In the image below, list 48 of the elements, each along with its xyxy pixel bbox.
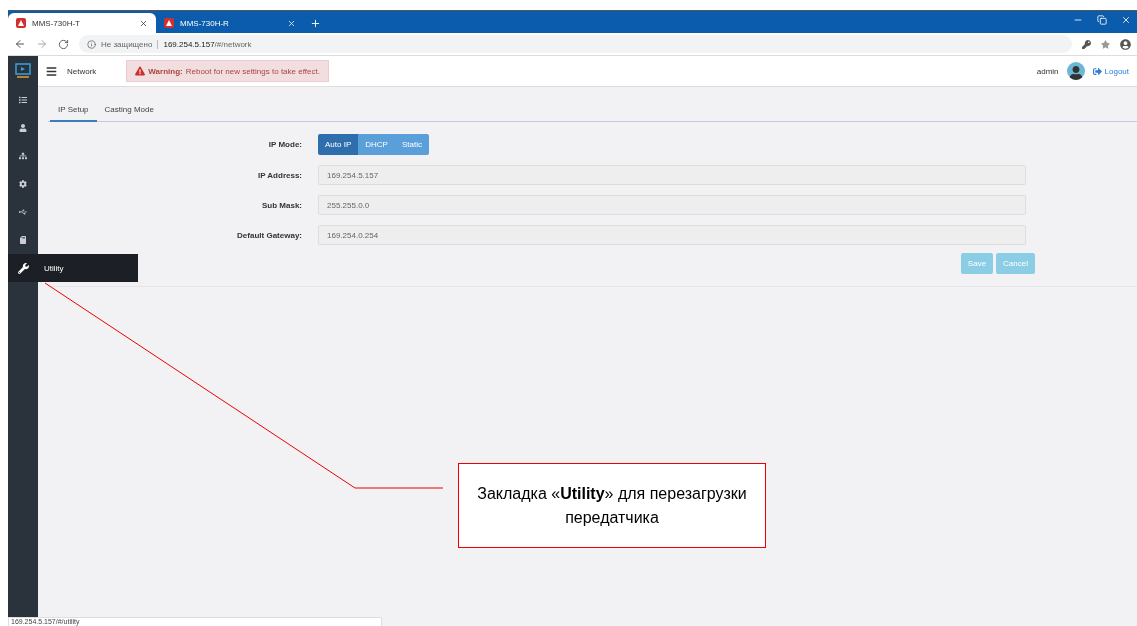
new-tab-icon[interactable] bbox=[310, 18, 321, 29]
settings-icon bbox=[19, 180, 27, 188]
angular-logo-icon bbox=[16, 18, 26, 28]
field-label: Default Gateway: bbox=[236, 230, 303, 240]
mode-toggle[interactable]: Auto IP bbox=[318, 134, 359, 155]
user-name: admin bbox=[1036, 66, 1059, 76]
profile-icon[interactable] bbox=[1120, 38, 1131, 50]
field-label: IP Mode: bbox=[267, 140, 303, 149]
callout-text: Закладка «Utility» для перезагрузки передатчика bbox=[458, 463, 766, 548]
input-field[interactable]: 169.254.5.157 bbox=[318, 165, 1026, 185]
reload-icon[interactable] bbox=[58, 38, 69, 50]
monitor-logo-icon bbox=[15, 63, 31, 79]
browser-tab[interactable]: MMS-730H-T bbox=[8, 13, 156, 33]
warning-alert: Warning: Reboot for new settings to take effect. bbox=[126, 60, 329, 82]
tab[interactable]: Casting Mode bbox=[96, 99, 162, 122]
sitemap-icon bbox=[19, 152, 27, 160]
warning-icon bbox=[135, 66, 146, 76]
browser-tab[interactable]: MMS-730H-R bbox=[156, 13, 304, 33]
menu-icon[interactable] bbox=[46, 65, 57, 77]
address-bar[interactable]: Не защищено 169.254.5.157/#/network bbox=[79, 35, 1072, 53]
restore-icon[interactable] bbox=[1097, 15, 1107, 25]
avatar-icon bbox=[1066, 62, 1085, 80]
memory-card-icon bbox=[19, 236, 27, 244]
field-label: Sub Mask: bbox=[261, 200, 303, 210]
back-icon[interactable] bbox=[14, 38, 26, 50]
close-icon[interactable] bbox=[287, 18, 296, 28]
security-label: Не защищено bbox=[101, 39, 159, 49]
close-icon[interactable] bbox=[139, 18, 148, 28]
url-text: 169.254.5.157/#/network bbox=[163, 39, 252, 49]
logout-link[interactable]: Logout bbox=[1092, 66, 1129, 76]
close-icon[interactable] bbox=[1121, 15, 1131, 25]
input-field[interactable]: 169.254.0.254 bbox=[318, 225, 1026, 245]
list-icon bbox=[19, 96, 27, 104]
page-title: Network bbox=[67, 66, 97, 76]
mode-toggle[interactable]: Static bbox=[394, 134, 429, 155]
usb-icon bbox=[19, 208, 27, 216]
field-label: IP Address: bbox=[257, 170, 303, 180]
input-field[interactable]: 255.255.0.0 bbox=[318, 195, 1026, 215]
star-icon[interactable] bbox=[1101, 39, 1110, 49]
logout-icon bbox=[1092, 66, 1102, 76]
tab[interactable]: IP Setup bbox=[50, 99, 97, 122]
sidebar-tooltip: Utility bbox=[38, 254, 138, 282]
info-icon[interactable] bbox=[87, 39, 96, 49]
user-icon bbox=[19, 124, 27, 132]
mode-toggle[interactable]: DHCP bbox=[358, 134, 395, 155]
wrench-icon bbox=[17, 262, 29, 274]
angular-logo-icon bbox=[164, 18, 174, 28]
key-icon[interactable] bbox=[1082, 39, 1091, 49]
